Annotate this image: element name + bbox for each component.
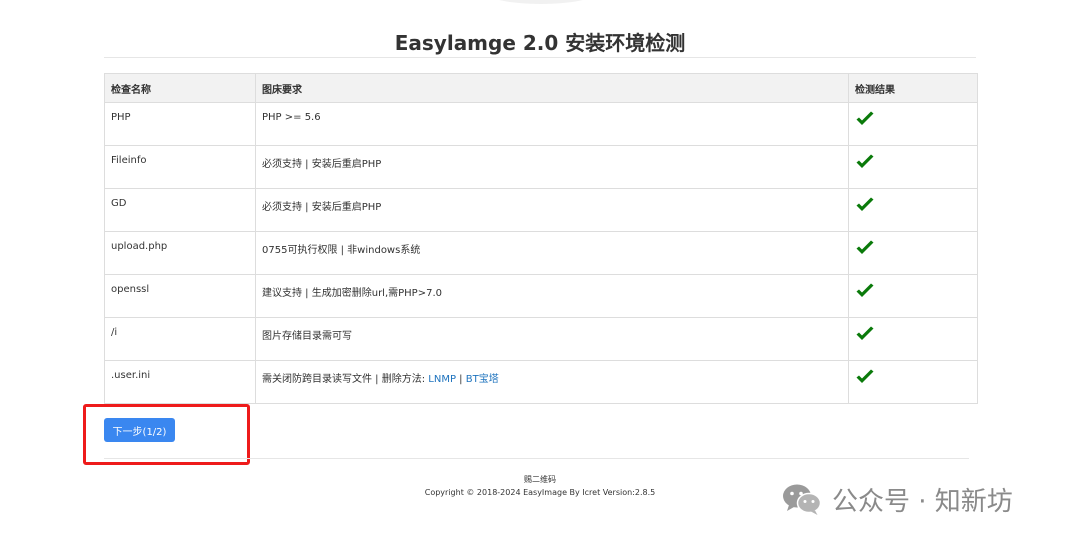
requirement-cell: 图片存储目录需可写 [255,317,849,361]
check-icon [855,283,875,302]
header-requirement: 图床要求 [255,73,849,103]
check-name-cell: upload.php [104,231,256,275]
requirement-cell: 必须支持 | 安装后重启PHP [255,145,849,189]
result-cell [848,145,978,189]
result-cell [848,102,978,146]
table-row: upload.php 0755可执行权限 | 非windows系统 [104,231,978,275]
table-row: /i 图片存储目录需可写 [104,317,978,361]
check-name-cell: GD [104,188,256,232]
table-row: .user.ini 需关闭防跨目录读写文件 | 删除方法: LNMP | BT宝… [104,360,978,404]
requirement-cell: 0755可执行权限 | 非windows系统 [255,231,849,275]
table-row: PHP PHP >= 5.6 [104,102,978,146]
requirement-cell: 建议支持 | 生成加密删除url,需PHP>7.0 [255,274,849,318]
table-row: Fileinfo 必须支持 | 安装后重启PHP [104,145,978,189]
check-icon [855,154,875,173]
title-divider [104,57,976,58]
check-icon [855,111,875,130]
table-row: openssl 建议支持 | 生成加密删除url,需PHP>7.0 [104,274,978,318]
next-step-button[interactable]: 下一步(1/2) [104,418,175,442]
requirement-cell: 需关闭防跨目录读写文件 | 删除方法: LNMP | BT宝塔 [255,360,849,404]
check-name-cell: PHP [104,102,256,146]
lnmp-link[interactable]: LNMP [428,374,456,385]
check-icon [855,197,875,216]
check-name-cell: openssl [104,274,256,318]
watermark-text: 公众号 · 知新坊 [832,486,1013,517]
check-icon [855,326,875,345]
result-cell [848,188,978,232]
check-name-cell: .user.ini [104,360,256,404]
top-decoration [487,0,595,4]
requirement-cell: PHP >= 5.6 [255,102,849,146]
table-header-row: 检查名称 图床要求 检测结果 [104,73,978,103]
header-check-name: 检查名称 [104,73,256,103]
wechat-icon [783,484,822,515]
watermark: 公众号 · 知新坊 [782,479,1013,519]
requirement-text: 需关闭防跨目录读写文件 | 删除方法: [262,374,429,385]
check-icon [855,240,875,259]
page-title: Easylamge 2.0 安装环境检测 [394,31,686,55]
result-cell [848,317,978,361]
result-cell [848,231,978,275]
check-name-cell: /i [104,317,256,361]
footer-divider [104,458,969,459]
environment-check-table: 检查名称 图床要求 检测结果 PHP PHP >= 5.6 Fileinfo 必… [104,73,978,404]
result-cell [848,360,978,404]
check-name-cell: Fileinfo [104,145,256,189]
bt-panel-link[interactable]: BT宝塔 [466,374,499,385]
header-result: 检测结果 [848,73,978,103]
result-cell [848,274,978,318]
link-separator: | [456,374,466,385]
table-row: GD 必须支持 | 安装后重启PHP [104,188,978,232]
check-icon [855,369,875,388]
requirement-cell: 必须支持 | 安装后重启PHP [255,188,849,232]
